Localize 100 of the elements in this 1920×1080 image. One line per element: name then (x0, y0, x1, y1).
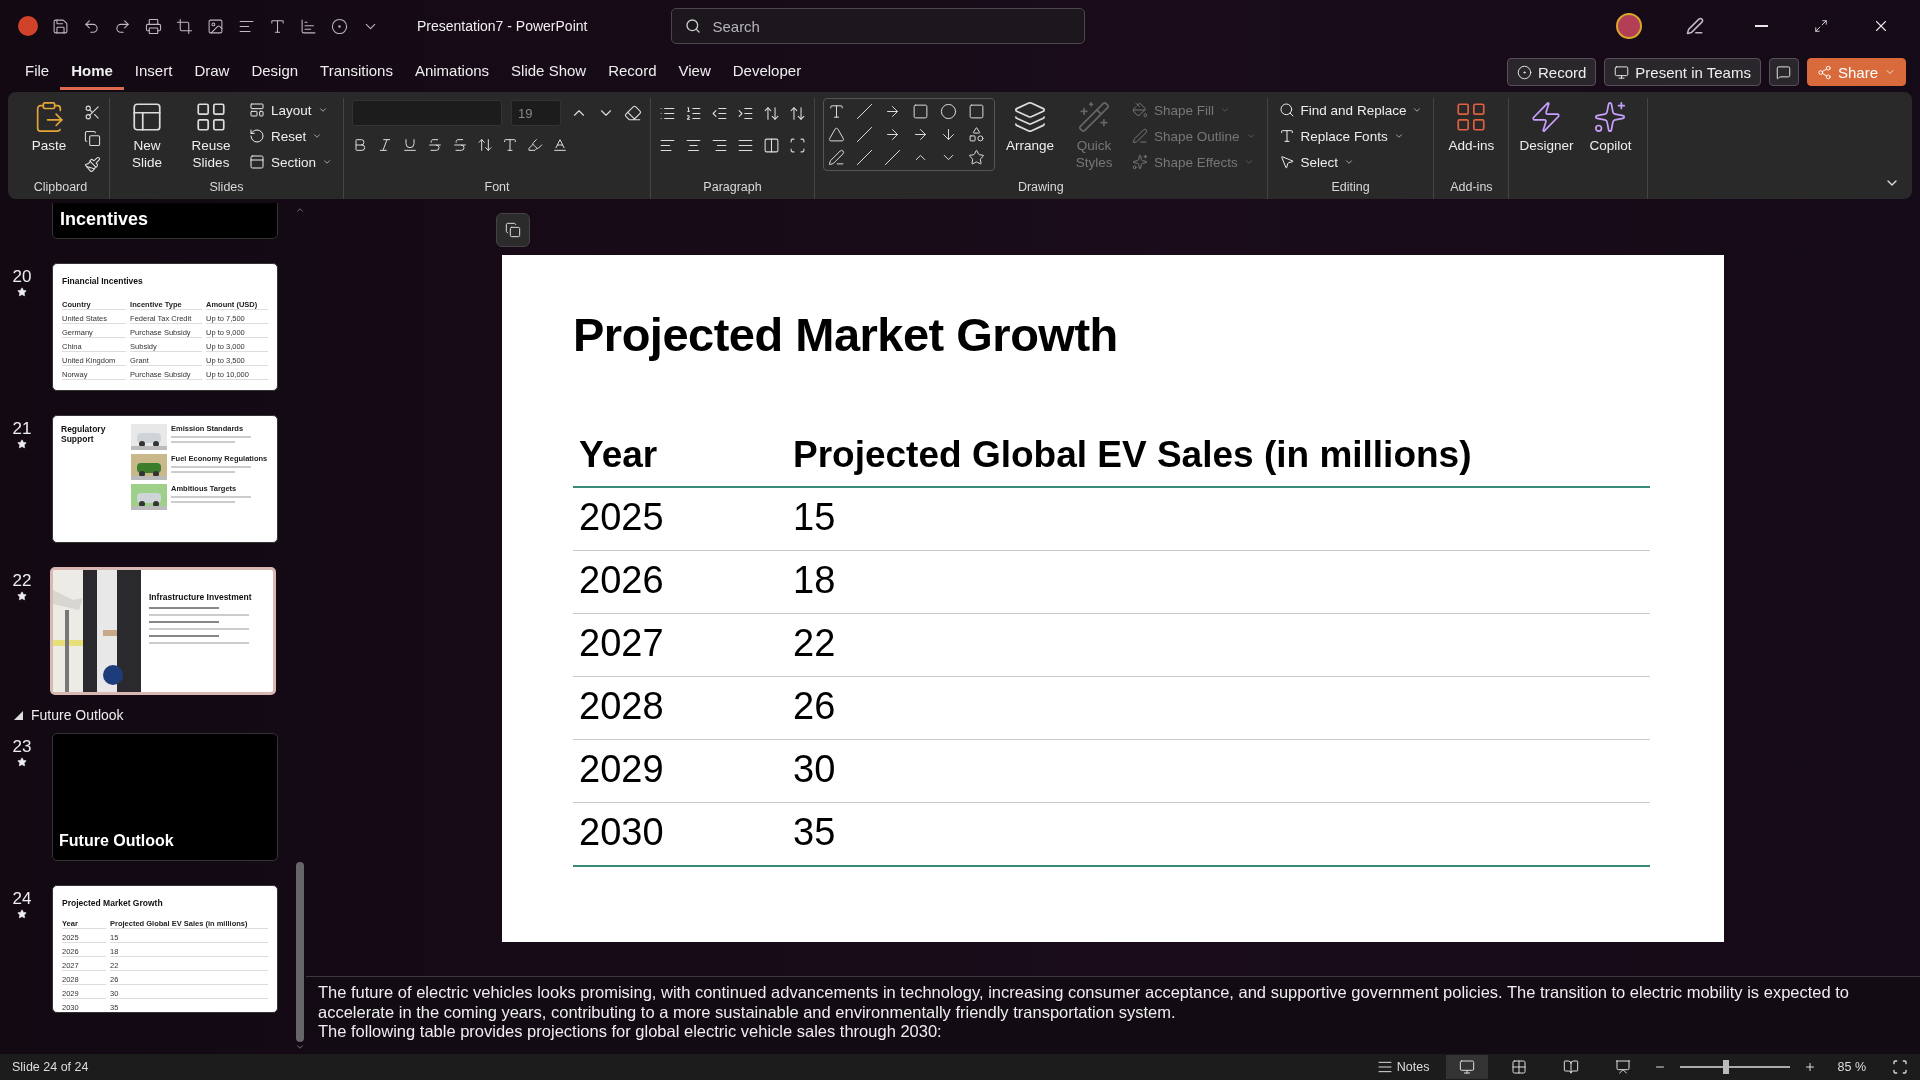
sorter-view-icon (1510, 1059, 1527, 1075)
window-title: Presentation7 - PowerPoint (417, 18, 588, 34)
chart-icon[interactable] (300, 17, 317, 35)
eraser-icon[interactable] (624, 104, 643, 122)
printer-icon[interactable] (145, 17, 162, 35)
highlighter-icon[interactable] (527, 137, 544, 153)
ribbon-button[interactable]: Paste (20, 98, 78, 156)
notes-icon (1376, 1059, 1393, 1075)
star-icon (17, 439, 27, 449)
share-icon (1816, 64, 1832, 80)
ribbon-button[interactable]: Find and Replace (1275, 98, 1426, 122)
caret-icon (322, 157, 333, 167)
slide-thumbnail[interactable] (52, 263, 278, 391)
reset-icon (249, 128, 265, 144)
fit-slide-icon[interactable] (1892, 1059, 1908, 1075)
redo-icon[interactable] (114, 17, 131, 35)
slide-number: 23 (12, 737, 32, 757)
search-field[interactable]: Search (671, 8, 1086, 44)
line-spacing-icon[interactable] (763, 104, 781, 122)
numbering-icon[interactable] (685, 104, 703, 122)
paint-bucket-icon (1132, 102, 1149, 118)
ribbon-button[interactable]: Reset (246, 124, 336, 148)
caret-icon (1245, 131, 1256, 141)
menu-tab[interactable]: Transitions (309, 54, 404, 90)
comments-button[interactable] (1768, 58, 1799, 86)
font-color-icon[interactable] (552, 137, 569, 153)
table-cell: 2027 (573, 614, 787, 677)
caret-icon (312, 131, 323, 141)
section-header[interactable]: Future Outlook (10, 707, 294, 723)
search-icon (1278, 102, 1295, 118)
menu-tab[interactable]: File (14, 54, 61, 90)
scroll-thumb[interactable] (296, 862, 304, 1042)
ribbon-button[interactable]: Layout (246, 98, 336, 122)
underline-icon[interactable] (402, 137, 419, 153)
columns-icon[interactable] (763, 136, 781, 154)
ribbon-button[interactable]: Copilot (1581, 98, 1640, 156)
shape-icon (828, 103, 846, 120)
normal-view-icon (1458, 1059, 1475, 1075)
table-cell: 22 (787, 614, 1650, 677)
group-label: Add-ins (1450, 179, 1493, 196)
group-label: Font (484, 179, 510, 196)
slide-thumbnail[interactable]: Infrastructure Investment (50, 567, 276, 695)
ribbon-button[interactable]: Add-ins (1442, 98, 1501, 156)
pen-icon[interactable] (1686, 17, 1704, 35)
shape-icon[interactable] (331, 17, 348, 35)
thumbnail-title: Projected Market Growth (62, 898, 163, 908)
save-icon[interactable] (52, 17, 69, 35)
text-icon[interactable] (269, 17, 286, 35)
slide-thumbnail[interactable]: Future Outlook (52, 733, 278, 861)
menu-tab[interactable]: Design (240, 54, 310, 90)
menu-tab[interactable]: Record (597, 54, 668, 90)
ribbon-button[interactable]: Designer (1517, 98, 1576, 156)
table-header: Projected Global EV Sales (in millions) (787, 430, 1650, 488)
copy-icon[interactable] (84, 129, 101, 147)
menu-tab[interactable]: Slide Show (500, 54, 598, 90)
pen-icon (1132, 128, 1149, 144)
layout-icon (249, 102, 265, 118)
notes-pane[interactable] (306, 976, 1920, 1054)
ribbon-button[interactable]: Section (246, 150, 336, 174)
table-cell: 26 (787, 677, 1650, 740)
crop-icon[interactable] (176, 17, 193, 35)
ribbon-button[interactable]: New Slide (118, 98, 176, 173)
zoom-in-icon[interactable] (1803, 1061, 1816, 1073)
view-button[interactable] (1445, 1055, 1488, 1079)
strikethrough-icon[interactable] (452, 137, 469, 153)
ribbon-button[interactable]: Select (1275, 150, 1426, 174)
table-cell: 2029 (573, 740, 787, 803)
user-avatar[interactable] (1616, 13, 1642, 39)
zoom-slider[interactable] (1679, 1059, 1790, 1075)
designer-float-button[interactable] (496, 213, 530, 247)
sparkles-icon (1593, 100, 1628, 134)
expand-triangle-icon (14, 710, 23, 720)
menu-tab[interactable]: Insert (123, 54, 184, 90)
menu-tab[interactable]: Draw (183, 54, 241, 90)
ribbon-button[interactable]: Arrange (1001, 98, 1060, 156)
cut-icon[interactable] (84, 103, 101, 121)
slide-number: 22 (12, 571, 32, 591)
image-icon[interactable] (207, 17, 224, 35)
spacing-icon[interactable] (477, 137, 494, 153)
slider-thumb[interactable] (1722, 1060, 1729, 1074)
ribbon-button[interactable]: Replace Fonts (1275, 124, 1426, 148)
slide-number: 20 (12, 267, 32, 287)
notes-button[interactable]: Notes (1370, 1058, 1436, 1076)
menu-tab[interactable]: View (667, 54, 722, 90)
shape-icon (940, 103, 958, 120)
undo-icon[interactable] (83, 17, 100, 35)
menu-tab[interactable]: Developer (721, 54, 813, 90)
table-cell: 15 (787, 488, 1650, 551)
zoom-reading: 85 % (1837, 1060, 1866, 1074)
text-direction-icon[interactable] (789, 104, 807, 122)
ribbon-button[interactable]: Reuse Slides (182, 98, 240, 173)
present-button[interactable]: Present in Teams (1604, 58, 1761, 86)
thumbnail-title: Regulatory Support (61, 424, 107, 446)
shape-icon (968, 126, 986, 143)
section-icon (249, 154, 265, 170)
slide-thumbnail[interactable]: Incentives (52, 203, 278, 239)
record-button[interactable]: Record (1507, 58, 1597, 86)
menu-tab[interactable]: Animations (403, 54, 501, 90)
shapes-gallery[interactable] (823, 98, 996, 171)
caret-icon (1393, 131, 1404, 141)
